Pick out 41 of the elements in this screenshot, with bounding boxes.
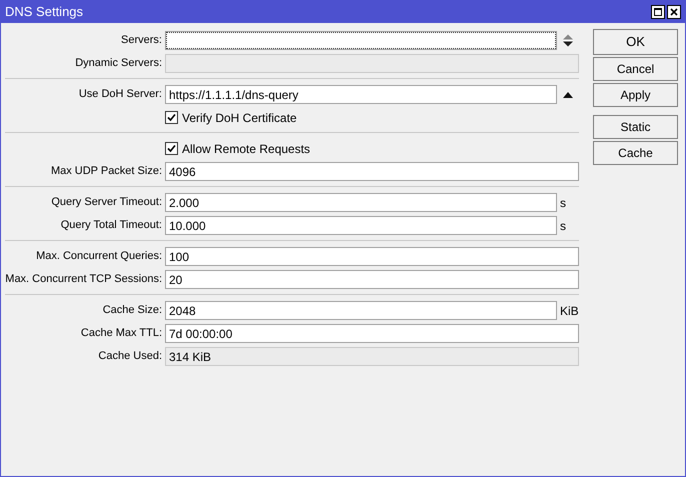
close-icon — [670, 8, 678, 16]
dialog-button[interactable]: Apply — [593, 83, 678, 107]
checkbox[interactable] — [165, 142, 178, 155]
unit-label: s — [560, 196, 566, 210]
up-down-arrows-icon[interactable] — [563, 34, 573, 47]
field-label: Query Server Timeout: — [51, 196, 162, 208]
field-label: Max UDP Packet Size: — [50, 165, 162, 178]
dialog-button[interactable]: OK — [593, 29, 678, 55]
field-label: Dynamic Servers: — [75, 57, 162, 70]
check-icon — [167, 113, 176, 122]
checkbox[interactable] — [165, 111, 178, 124]
input-field[interactable]: 4096 — [165, 162, 579, 181]
unit-label: s — [560, 218, 566, 232]
input-field[interactable]: 20 — [165, 270, 579, 289]
dialog-button[interactable]: Cancel — [593, 57, 678, 81]
field-label: Use DoH Server: — [78, 88, 162, 100]
input-field[interactable]: 10.000 — [165, 216, 557, 235]
check-icon — [167, 144, 176, 153]
maximize-button[interactable] — [651, 5, 665, 19]
field-label: Max. Concurrent Queries: — [36, 250, 162, 262]
field-label: Servers: — [121, 34, 162, 46]
checkbox-label: Verify DoH Certificate — [182, 110, 297, 126]
dialog-button[interactable]: Static — [593, 115, 678, 139]
field-label: Query Total Timeout: — [60, 219, 162, 232]
input-field[interactable]: 100 — [165, 247, 579, 266]
window-title: DNS Settings — [5, 3, 84, 22]
checkbox-label: Allow Remote Requests — [182, 140, 310, 158]
unit-label: KiB — [560, 304, 579, 318]
field-label: Cache Size: — [102, 304, 162, 316]
field-label: Cache Used: — [98, 350, 162, 362]
field-label: Cache Max TTL: — [80, 327, 162, 340]
input-field[interactable]: 2.000 — [165, 193, 557, 212]
input-field[interactable] — [165, 31, 557, 50]
input-field[interactable]: https://1.1.1.1/dns-query — [165, 85, 557, 104]
close-button[interactable] — [667, 5, 681, 19]
input-field[interactable]: 2048 — [165, 301, 557, 320]
input-field[interactable]: 7d 00:00:00 — [165, 324, 579, 343]
maximize-icon — [654, 8, 662, 16]
dialog-button[interactable]: Cache — [593, 141, 678, 165]
collapse-arrow-icon[interactable] — [563, 92, 573, 98]
field-label: Max. Concurrent TCP Sessions: — [5, 273, 162, 286]
